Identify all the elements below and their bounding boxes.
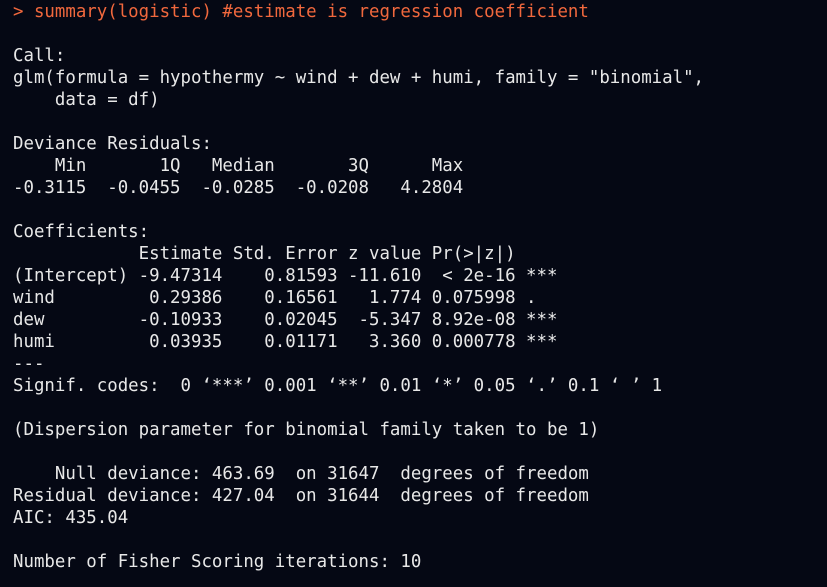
call-formula-line-2: data = df) bbox=[13, 90, 160, 110]
coefficient-row: (Intercept) -9.47314 0.81593 -11.610 < 2… bbox=[13, 266, 558, 286]
deviance-residuals-label: Deviance Residuals: bbox=[13, 134, 212, 154]
null-deviance: Null deviance: 463.69 on 31647 degrees o… bbox=[13, 464, 589, 484]
coefficients-label: Coefficients: bbox=[13, 222, 150, 242]
dispersion-note: (Dispersion parameter for binomial famil… bbox=[13, 420, 600, 440]
signif-codes: Signif. codes: 0 ‘***’ 0.001 ‘**’ 0.01 ‘… bbox=[13, 376, 663, 396]
call-formula-line-1: glm(formula = hypothermy ~ wind + dew + … bbox=[13, 68, 705, 88]
coefficient-row: humi 0.03935 0.01171 3.360 0.000778 *** bbox=[13, 332, 558, 352]
residuals-values: -0.3115 -0.0455 -0.0285 -0.0208 4.2804 bbox=[13, 178, 464, 198]
coefficient-row: wind 0.29386 0.16561 1.774 0.075998 . bbox=[13, 288, 537, 308]
prompt-line: > summary(logistic) #estimate is regress… bbox=[13, 2, 589, 22]
residual-deviance: Residual deviance: 427.04 on 31644 degre… bbox=[13, 486, 589, 506]
separator-line: --- bbox=[13, 354, 45, 374]
coefficients-header: Estimate Std. Error z value Pr(>|z|) bbox=[13, 244, 516, 264]
aic-value: AIC: 435.04 bbox=[13, 508, 129, 528]
r-console-output[interactable]: > summary(logistic) #estimate is regress… bbox=[0, 0, 827, 587]
fisher-iterations: Number of Fisher Scoring iterations: 10 bbox=[13, 552, 422, 572]
coefficient-row: dew -0.10933 0.02045 -5.347 8.92e-08 *** bbox=[13, 310, 558, 330]
call-label: Call: bbox=[13, 46, 66, 66]
residuals-header: Min 1Q Median 3Q Max bbox=[13, 156, 464, 176]
